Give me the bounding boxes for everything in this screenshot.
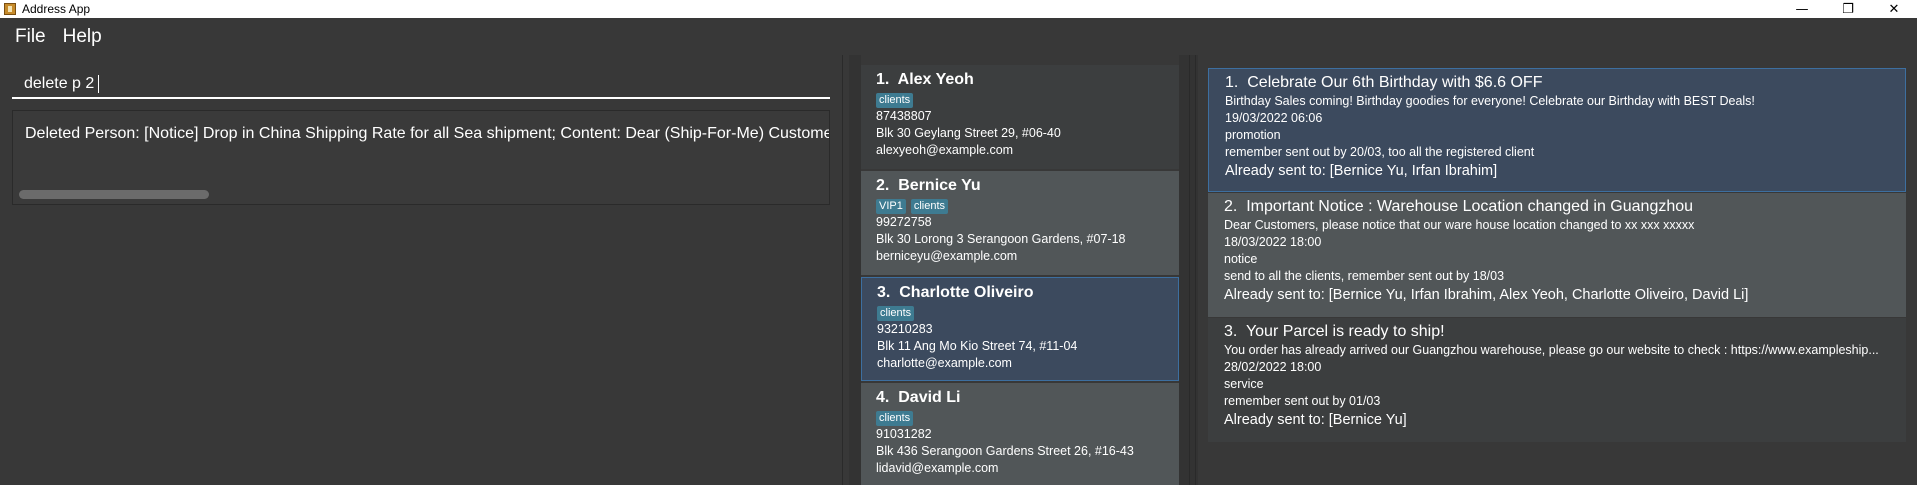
person-name: 1. Alex Yeoh — [876, 71, 974, 88]
person-phone: 87438807 — [876, 109, 932, 123]
tag-list: clients — [877, 306, 1178, 321]
tag: VIP1 — [876, 199, 906, 214]
person-list[interactable]: 1. Alex Yeoh clients 87438807 Blk 30 Gey… — [861, 65, 1179, 485]
menu-file[interactable]: File — [15, 26, 46, 48]
tag: clients — [877, 306, 915, 321]
window-controls: — ❐ ✕ — [1779, 0, 1917, 18]
divider — [842, 55, 843, 485]
notice-title: 2. Important Notice : Warehouse Location… — [1224, 198, 1694, 215]
person-phone: 99272758 — [876, 215, 932, 229]
notice-card[interactable]: 3. Your Parcel is ready to ship! You ord… — [1208, 318, 1906, 442]
notice-card-selected[interactable]: 1. Celebrate Our 6th Birthday with $6.6 … — [1208, 68, 1906, 192]
notice-title: 1. Celebrate Our 6th Birthday with $6.6 … — [1225, 74, 1543, 91]
notice-type: notice — [1224, 252, 1258, 266]
person-address: Blk 30 Lorong 3 Serangoon Gardens, #07-1… — [876, 232, 1126, 246]
notice-datetime: 28/02/2022 18:00 — [1224, 360, 1322, 374]
notice-list[interactable]: 1. Celebrate Our 6th Birthday with $6.6 … — [1208, 65, 1906, 485]
person-card[interactable]: 2. Bernice Yu VIP1 clients 99272758 Blk … — [861, 171, 1179, 275]
command-value: delete p 2 — [24, 75, 95, 93]
close-button[interactable]: ✕ — [1871, 0, 1917, 18]
tag-list: clients — [876, 411, 1179, 426]
person-email: berniceyu@example.com — [876, 249, 1018, 263]
tag-list: VIP1 clients — [876, 199, 1179, 214]
window-title: Address App — [22, 2, 91, 16]
person-email: charlotte@example.com — [877, 356, 1012, 370]
restore-button[interactable]: ❐ — [1825, 0, 1871, 18]
notice-remark: remember sent out by 20/03, too all the … — [1225, 145, 1535, 159]
tag-list: clients — [876, 93, 1179, 108]
person-card[interactable]: 1. Alex Yeoh clients 87438807 Blk 30 Gey… — [861, 65, 1179, 169]
person-address: Blk 11 Ang Mo Kio Street 74, #11-04 — [877, 339, 1078, 353]
tag: clients — [876, 93, 914, 108]
command-panel: delete p 2 Deleted Person: [Notice] Drop… — [0, 55, 849, 485]
person-address: Blk 436 Serangoon Gardens Street 26, #16… — [876, 444, 1134, 458]
notice-datetime: 18/03/2022 18:00 — [1224, 235, 1322, 249]
text-caret — [98, 75, 100, 93]
minimize-button[interactable]: — — [1779, 0, 1825, 18]
horizontal-scrollbar[interactable] — [19, 190, 209, 199]
command-input[interactable]: delete p 2 — [24, 75, 100, 93]
notice-title: 3. Your Parcel is ready to ship! — [1224, 323, 1445, 340]
notice-content: You order has already arrived our Guangz… — [1224, 343, 1879, 357]
person-card-selected[interactable]: 3. Charlotte Oliveiro clients 93210283 B… — [861, 277, 1179, 381]
person-address: Blk 30 Geylang Street 29, #06-40 — [876, 126, 1061, 140]
command-box[interactable]: delete p 2 — [12, 62, 830, 99]
notice-sent-to: Already sent to: [Bernice Yu] — [1224, 412, 1407, 428]
notice-sent-to: Already sent to: [Bernice Yu, Irfan Ibra… — [1224, 287, 1749, 303]
notice-content: Birthday Sales coming! Birthday goodies … — [1225, 94, 1755, 108]
tag: clients — [910, 199, 949, 214]
tag: clients — [876, 411, 914, 426]
result-text: Deleted Person: [Notice] Drop in China S… — [25, 125, 830, 142]
notice-content: Dear Customers, please notice that our w… — [1224, 218, 1695, 232]
notice-remark: send to all the clients, remember sent o… — [1224, 269, 1505, 283]
notice-type: promotion — [1225, 128, 1281, 142]
person-email: lidavid@example.com — [876, 461, 999, 475]
person-name: 3. Charlotte Oliveiro — [877, 284, 1034, 301]
title-bar: Address App — ❐ ✕ — [0, 0, 1917, 18]
person-card[interactable]: 4. David Li clients 91031282 Blk 436 Ser… — [861, 383, 1179, 485]
notice-type: service — [1224, 377, 1264, 391]
split-divider-left[interactable] — [849, 55, 861, 485]
divider — [1189, 55, 1190, 485]
notice-datetime: 19/03/2022 06:06 — [1225, 111, 1323, 125]
person-name: 4. David Li — [876, 389, 961, 406]
notice-remark: remember sent out by 01/03 — [1224, 394, 1381, 408]
menu-help[interactable]: Help — [63, 26, 102, 48]
person-phone: 91031282 — [876, 427, 932, 441]
menu-bar: File Help — [0, 18, 1917, 55]
divider — [1195, 55, 1196, 485]
notice-sent-to: Already sent to: [Bernice Yu, Irfan Ibra… — [1225, 163, 1498, 179]
result-display: Deleted Person: [Notice] Drop in China S… — [12, 110, 830, 205]
person-phone: 93210283 — [877, 322, 933, 336]
notice-card[interactable]: 2. Important Notice : Warehouse Location… — [1208, 193, 1906, 317]
person-name: 2. Bernice Yu — [876, 177, 981, 194]
app-icon — [4, 3, 16, 15]
person-email: alexyeoh@example.com — [876, 143, 1014, 157]
